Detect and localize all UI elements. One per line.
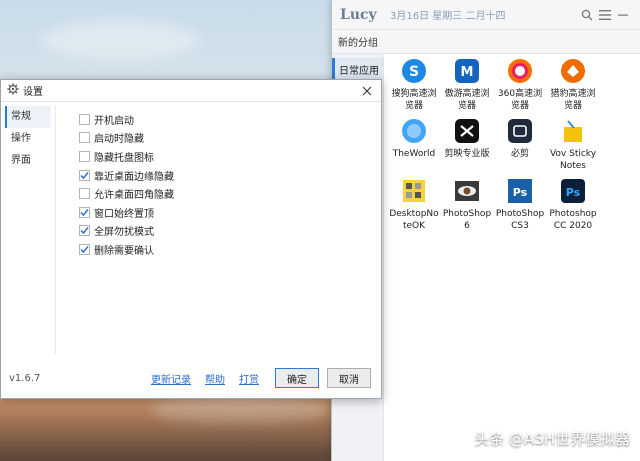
settings-nav: 常规 操作 界面 (5, 106, 51, 172)
option-row[interactable]: 全屏勿扰模式 (79, 222, 174, 241)
photoshop-6-eye-icon (454, 178, 480, 204)
help-link[interactable]: 帮助 (205, 371, 225, 386)
360-browser-icon (507, 58, 533, 84)
option-row[interactable]: 窗口始终置顶 (79, 203, 174, 222)
ok-button[interactable]: 确定 (275, 368, 319, 388)
gear-icon (7, 83, 19, 98)
option-label: 窗口始终置顶 (94, 208, 154, 220)
minimize-icon[interactable] (614, 6, 632, 24)
app-item[interactable]: Ps Photoshop CC 2020 (547, 178, 599, 232)
general-options: 开机启动启动时隐藏隐藏托盘图标靠近桌面边缘隐藏 允许桌面四角隐藏 窗口始终置顶 全屏勿… (79, 110, 174, 259)
app-logo: Lucy (340, 6, 377, 23)
bijian-icon (507, 118, 533, 144)
date-display: 3月16日 星期三 二月十四 (390, 11, 506, 22)
app-item[interactable]: 必剪 (494, 118, 546, 172)
cancel-button[interactable]: 取消 (327, 368, 371, 388)
option-row[interactable]: 删除需要确认 (79, 240, 174, 259)
app-item[interactable]: S 搜狗高速浏览器 (388, 58, 440, 112)
wallpaper-cloud (40, 20, 200, 60)
option-label: 靠近桌面边缘隐藏 (94, 171, 174, 183)
tab-new-group[interactable]: 新的分组 (338, 32, 378, 51)
version-label: v1.6.7 (9, 372, 41, 384)
group-tabs: 新的分组 (332, 30, 640, 54)
option-label: 开机启动 (94, 115, 134, 127)
dialog-title: 设置 (23, 87, 43, 98)
nav-interface[interactable]: 界面 (5, 150, 51, 172)
photoshop-cs3-icon: Ps (507, 178, 533, 204)
app-name: DesktopNoteOK (389, 209, 439, 231)
changelog-link[interactable]: 更新记录 (151, 371, 191, 386)
option-checkbox[interactable] (79, 132, 90, 144)
desktopnoteok-icon (401, 178, 427, 204)
category-daily-apps[interactable]: 日常应用 (332, 58, 383, 81)
app-grid: S 搜狗高速浏览器 M 傲游高速浏览器 360高速浏览器 猎豹高速浏览器 TheWorld 剪… (384, 54, 640, 461)
option-checkbox[interactable] (79, 113, 90, 125)
app-item[interactable]: Vov Sticky Notes (547, 118, 599, 172)
svg-text:M: M (461, 65, 474, 80)
sogou-browser-icon: S (401, 58, 427, 84)
app-item[interactable]: 猎豹高速浏览器 (547, 58, 599, 112)
option-label: 删除需要确认 (94, 245, 154, 257)
app-item[interactable]: M 傲游高速浏览器 (441, 58, 493, 112)
app-name: PhotoShop 6 (442, 209, 492, 231)
app-item[interactable]: 剪映专业版 (441, 118, 493, 172)
option-label: 启动时隐藏 (94, 134, 144, 146)
option-row[interactable]: 允许桌面四角隐藏 (79, 184, 174, 203)
option-checkbox[interactable] (79, 188, 90, 200)
svg-text:Ps: Ps (566, 186, 581, 199)
nav-general[interactable]: 常规 (5, 106, 51, 128)
option-row[interactable]: 开机启动 (79, 110, 174, 129)
option-row[interactable]: 靠近桌面边缘隐藏 (79, 166, 174, 185)
option-checkbox[interactable] (79, 150, 90, 162)
capcut-icon (454, 118, 480, 144)
dialog-footer: v1.6.7 更新记录 帮助 打赏 确定 取消 (1, 358, 381, 398)
launcher-header: Lucy 3月16日 星期三 二月十四 (332, 0, 640, 30)
app-item[interactable]: DesktopNoteOK (388, 178, 440, 232)
app-name: Vov Sticky Notes (549, 149, 597, 171)
app-item[interactable]: Ps PhotoShop CS3 (494, 178, 546, 232)
search-icon[interactable] (578, 6, 596, 24)
app-name: 傲游高速浏览器 (444, 89, 490, 111)
app-name: 360高速浏览器 (497, 89, 543, 111)
close-icon[interactable] (359, 83, 375, 99)
app-item[interactable]: 360高速浏览器 (494, 58, 546, 112)
app-name: 剪映专业版 (444, 149, 490, 159)
option-checkbox[interactable] (79, 225, 90, 237)
app-item[interactable]: PhotoShop 6 (441, 178, 493, 232)
maxthon-browser-icon: M (454, 58, 480, 84)
option-checkbox[interactable] (79, 243, 90, 255)
theworld-browser-icon (401, 118, 427, 144)
nav-operation[interactable]: 操作 (5, 128, 51, 150)
dialog-titlebar: 设置 (1, 80, 381, 102)
settings-dialog: 设置 常规 操作 界面 开机启动启动时隐藏隐藏托盘图标靠近桌面边缘隐藏 允许桌面四… (0, 79, 382, 399)
donate-link[interactable]: 打赏 (239, 371, 259, 386)
cheetah-browser-icon (560, 58, 586, 84)
option-row[interactable]: 隐藏托盘图标 (79, 147, 174, 166)
app-name: 必剪 (510, 149, 529, 159)
option-row[interactable]: 启动时隐藏 (79, 129, 174, 148)
photoshop-cc-icon: Ps (560, 178, 586, 204)
svg-text:S: S (409, 64, 419, 80)
app-name: PhotoShop CS3 (495, 209, 545, 231)
option-checkbox[interactable] (79, 206, 90, 218)
app-name: 搜狗高速浏览器 (391, 89, 437, 111)
watermark-text: 头条 @ASH世界模拟器 (474, 430, 630, 448)
menu-icon[interactable] (596, 6, 614, 24)
sticky-notes-icon (560, 118, 586, 144)
app-item[interactable]: TheWorld (388, 118, 440, 172)
app-name: TheWorld (392, 149, 436, 159)
option-checkbox[interactable] (79, 169, 90, 181)
option-label: 全屏勿扰模式 (94, 227, 154, 239)
option-label: 允许桌面四角隐藏 (94, 190, 174, 202)
option-label: 隐藏托盘图标 (94, 152, 154, 164)
nav-divider (55, 106, 56, 354)
svg-text:Ps: Ps (513, 186, 528, 199)
app-name: Photoshop CC 2020 (549, 209, 597, 231)
app-name: 猎豹高速浏览器 (550, 89, 596, 111)
